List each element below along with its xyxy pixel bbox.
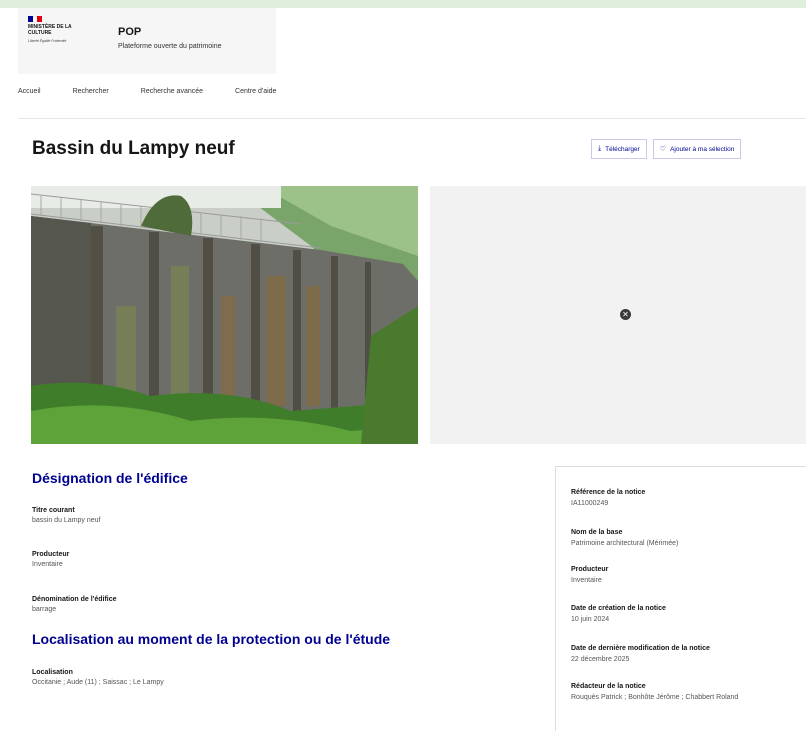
field-value: barrage	[32, 606, 57, 613]
nav-item-recherche-avancee[interactable]: Recherche avancée	[141, 88, 203, 95]
field-label: Producteur	[32, 551, 70, 558]
field-localisation: Localisation Occitanie ; Aude (11) ; Sai…	[32, 669, 164, 686]
info-value[interactable]: Patrimoine architectural (Mérimée)	[571, 539, 801, 549]
info-label: Producteur	[571, 566, 609, 573]
info-value: IA11000249	[571, 500, 609, 507]
info-value: 10 juin 2024	[571, 616, 610, 623]
notice-info-panel: Référence de la notice IA11000249 Nom de…	[555, 466, 806, 731]
download-button[interactable]: ⤓ Télécharger	[591, 139, 647, 159]
info-base-name: Nom de la base Patrimoine architectural …	[571, 529, 801, 549]
field-label: Titre courant	[32, 507, 75, 514]
site-header: Ministère de la Culture Liberté Égalité …	[18, 8, 276, 74]
dam-photo-image	[31, 186, 418, 444]
main-nav: Accueil Rechercher Recherche avancée Cen…	[18, 88, 308, 95]
info-modification-date: Date de dernière modification de la noti…	[571, 645, 801, 665]
info-label: Nom de la base	[571, 529, 623, 536]
ministry-logo[interactable]: Ministère de la Culture Liberté Égalité …	[28, 16, 76, 68]
ministry-name: Ministère de la Culture	[28, 24, 72, 36]
section-title-designation: Désignation de l'édifice	[32, 470, 188, 486]
field-denomination: Dénomination de l'édifice barrage	[32, 596, 117, 613]
field-value: Occitanie ; Aude (11) ; Saissac ; Le Lam…	[32, 679, 164, 686]
flag-icon	[28, 16, 43, 22]
site-title[interactable]: POP	[118, 26, 141, 38]
heart-icon: ♡	[659, 146, 667, 153]
nav-item-accueil[interactable]: Accueil	[18, 88, 41, 95]
section-title-localisation: Localisation au moment de la protection …	[32, 631, 391, 647]
nav-item-centre-aide[interactable]: Centre d'aide	[235, 88, 276, 95]
info-label: Référence de la notice	[571, 489, 646, 496]
monument-photo[interactable]	[31, 186, 418, 444]
close-circle-icon[interactable]: ✕	[620, 309, 631, 320]
top-strip	[0, 0, 806, 8]
info-producteur: Producteur Inventaire	[571, 566, 801, 586]
info-redacteur: Rédacteur de la notice Rouquès Patrick ;…	[571, 683, 801, 703]
add-to-selection-button[interactable]: ♡ Ajouter à ma sélection	[652, 139, 742, 159]
info-value: Rouquès Patrick ; Bonhôte Jérôme ; Chabb…	[571, 694, 739, 701]
info-label: Date de dernière modification de la noti…	[571, 645, 710, 652]
info-label: Date de création de la notice	[571, 605, 666, 612]
page-title: Bassin du Lampy neuf	[32, 138, 235, 159]
info-creation-date: Date de création de la notice 10 juin 20…	[571, 605, 801, 625]
download-icon: ⤓	[598, 145, 602, 152]
site-subtitle: Plateforme ouverte du patrimoine	[118, 43, 222, 50]
field-label: Localisation	[32, 669, 73, 676]
nav-item-rechercher[interactable]: Rechercher	[73, 88, 109, 95]
info-label: Rédacteur de la notice	[571, 683, 646, 690]
field-producteur: Producteur Inventaire	[32, 551, 69, 568]
info-value: 22 décembre 2025	[571, 656, 630, 663]
add-to-selection-label: Ajouter à ma sélection	[670, 145, 735, 153]
field-titre-courant: Titre courant bassin du Lampy neuf	[32, 507, 101, 524]
nav-divider	[18, 118, 806, 119]
map-panel[interactable]: ✕	[430, 186, 806, 444]
notice-actions: ⤓ Télécharger ♡ Ajouter à ma sélection	[591, 139, 742, 159]
field-value: bassin du Lampy neuf	[32, 517, 101, 524]
field-value: Inventaire	[32, 561, 63, 568]
republic-motto: Liberté Égalité Fraternité	[28, 39, 67, 43]
field-label: Dénomination de l'édifice	[32, 596, 117, 603]
download-label: Télécharger	[605, 145, 640, 153]
info-value: Inventaire	[571, 577, 602, 584]
info-reference: Référence de la notice IA11000249	[571, 489, 801, 509]
